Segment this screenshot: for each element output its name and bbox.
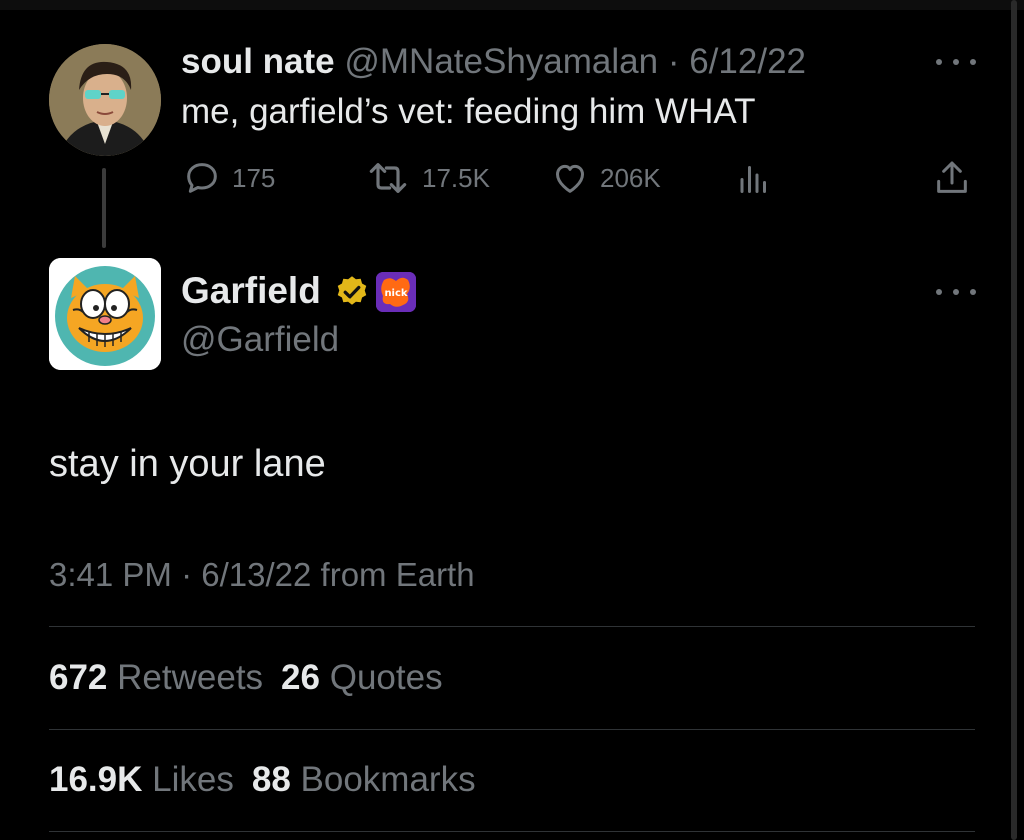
svg-text:nick: nick — [384, 288, 407, 299]
parent-avatar[interactable] — [49, 44, 161, 156]
verified-badge-icon — [337, 276, 367, 305]
tweet-timestamp: 3:41 PM · 6/13/22 from Earth — [49, 553, 475, 597]
tweet-time[interactable]: 3:41 PM — [49, 556, 172, 593]
quotes-stat[interactable]: 26 Quotes — [281, 658, 443, 697]
divider — [49, 729, 975, 730]
share-button[interactable] — [932, 158, 972, 198]
retweet-count: 17.5K — [422, 162, 490, 193]
bookmarks-count: 88 — [251, 760, 291, 799]
parent-separator: · — [667, 42, 680, 81]
reply-count: 175 — [232, 162, 276, 193]
share-icon — [937, 161, 967, 193]
views-button[interactable] — [736, 158, 772, 198]
garfield-display-name[interactable]: Garfield — [181, 268, 321, 314]
timestamp-separator: · — [181, 556, 193, 593]
likes-stat[interactable]: 16.9K Likes — [49, 760, 234, 799]
retweets-label: Retweets — [117, 658, 264, 697]
tweet-source: from Earth — [320, 556, 475, 593]
stats-row-retweets: 672 Retweets 26 Quotes — [49, 656, 443, 700]
top-edge — [0, 0, 1024, 10]
bookmarks-label: Bookmarks — [300, 760, 476, 799]
parent-date[interactable]: 6/12/22 — [689, 42, 806, 81]
nickelodeon-logo-icon: nick — [376, 272, 416, 312]
heart-icon — [556, 164, 584, 193]
more-options-icon[interactable] — [936, 52, 976, 72]
reply-icon — [187, 163, 217, 193]
user-avatar-icon — [49, 44, 161, 156]
garfield-avatar[interactable] — [49, 258, 161, 370]
retweet-button[interactable]: 17.5K — [364, 158, 490, 198]
likes-count: 16.9K — [49, 760, 143, 799]
parent-handle[interactable]: @MNateShyamalan — [344, 42, 658, 81]
tweet-date[interactable]: 6/13/22 — [201, 556, 311, 593]
like-button[interactable]: 206K — [550, 158, 661, 198]
main-tweet-text: stay in your lane — [49, 443, 326, 485]
affiliate-badge[interactable]: nick — [376, 272, 416, 312]
thread-connector — [102, 168, 106, 248]
garfield-handle[interactable]: @Garfield — [181, 318, 339, 362]
garfield-avatar-icon — [49, 258, 161, 370]
divider — [49, 626, 975, 627]
scrollbar[interactable] — [1011, 0, 1017, 840]
stats-row-likes: 16.9K Likes 88 Bookmarks — [49, 758, 476, 802]
retweets-stat[interactable]: 672 Retweets — [49, 658, 263, 697]
bookmarks-stat[interactable]: 88 Bookmarks — [252, 760, 476, 799]
quotes-label: Quotes — [329, 658, 443, 697]
divider — [49, 831, 975, 832]
parent-tweet-text: me, garfield’s vet: feeding him WHAT — [181, 92, 756, 131]
like-count: 206K — [600, 162, 661, 193]
analytics-icon — [740, 166, 766, 193]
retweets-count: 672 — [49, 658, 108, 697]
reply-button[interactable]: 175 — [182, 158, 275, 198]
parent-display-name[interactable]: soul nate — [181, 42, 335, 81]
quotes-count: 26 — [281, 658, 320, 697]
retweet-icon — [369, 163, 407, 193]
parent-tweet-header: soul nate @MNateShyamalan · 6/12/22 — [181, 40, 806, 84]
likes-label: Likes — [152, 760, 234, 799]
more-options-icon[interactable] — [936, 282, 976, 302]
